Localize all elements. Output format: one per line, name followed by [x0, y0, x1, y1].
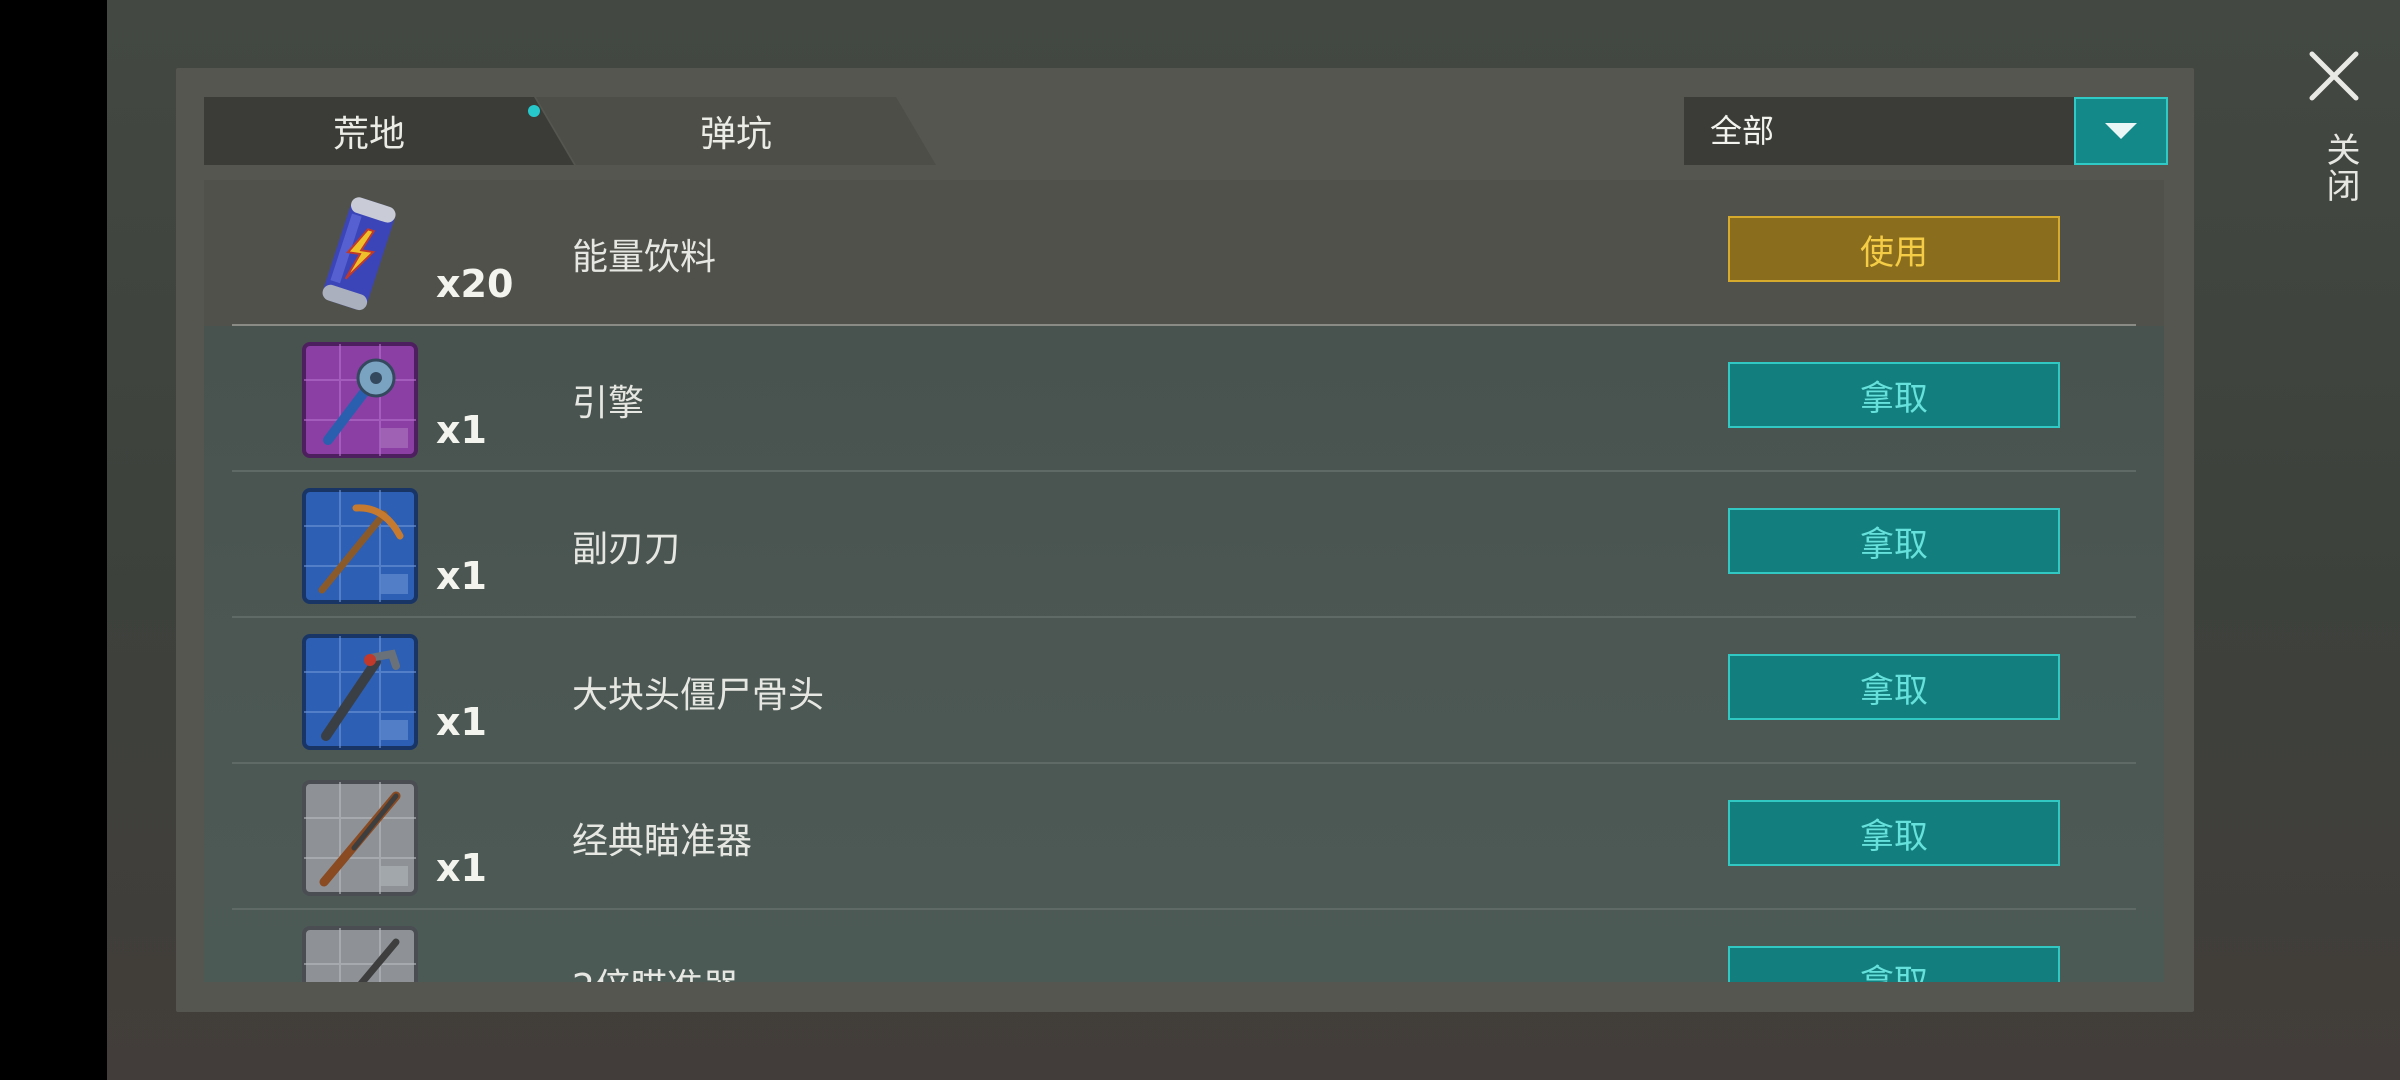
item-quantity: x1 [436, 846, 487, 890]
item-name: 副刃刀 [572, 529, 681, 570]
button-label: 使用 [1860, 232, 1928, 273]
tab-bar: 弹坑 荒地 [204, 97, 936, 165]
list-item: x20 能量饮料 使用 [204, 180, 2164, 326]
take-button[interactable]: 拿取 [1728, 508, 2060, 574]
button-label: 拿取 [1860, 524, 1928, 565]
purple-blueprint-icon [302, 342, 418, 458]
close-label[interactable]: 关闭 [2316, 132, 2365, 204]
item-quantity: x1 [436, 408, 487, 452]
screen-left-edge [0, 0, 107, 1080]
list-item: x1 副刃刀 拿取 [204, 472, 2164, 618]
button-label: 拿取 [1860, 955, 1928, 983]
blue-blueprint-pickaxe-icon [302, 488, 418, 604]
close-icon[interactable] [2306, 48, 2362, 104]
item-name: 引擎 [572, 383, 645, 424]
list-item: x1 引擎 拿取 [204, 326, 2164, 472]
item-name: 经典瞄准器 [572, 821, 753, 862]
take-button[interactable]: 拿取 [1728, 654, 2060, 720]
item-quantity: x1 [436, 554, 487, 598]
chevron-down-icon [2105, 123, 2137, 139]
tab-wasteland[interactable]: 荒地 [204, 97, 574, 165]
item-name: 能量饮料 [572, 237, 717, 278]
energy-drink-can-icon [322, 197, 396, 311]
filter-selected-value: 全部 [1710, 112, 1775, 150]
tab-label: 荒地 [332, 114, 405, 155]
notification-dot [528, 105, 540, 117]
gray-blueprint-rifle-icon [302, 926, 418, 982]
item-quantity: x20 [436, 262, 514, 306]
inventory-panel: 弹坑 荒地 全部 x20 能量饮料 使用 x1 引擎 拿取 x1 副刃刀 拿取 … [176, 68, 2194, 1012]
list-item: x1 大块头僵尸骨头 拿取 [204, 618, 2164, 764]
filter-dropdown[interactable]: 全部 [1684, 97, 2168, 165]
tab-label: 弹坑 [699, 114, 772, 155]
list-item: 2倍瞄准器 拿取 [204, 910, 2164, 982]
blue-blueprint-bone-icon [302, 634, 418, 750]
button-label: 拿取 [1860, 378, 1928, 419]
take-button[interactable]: 拿取 [1728, 946, 2060, 982]
item-quantity: x1 [436, 700, 487, 744]
take-button[interactable]: 拿取 [1728, 800, 2060, 866]
gray-blueprint-rifle-icon [302, 780, 418, 896]
item-name: 大块头僵尸骨头 [572, 675, 825, 716]
take-button[interactable]: 拿取 [1728, 362, 2060, 428]
item-list[interactable]: x20 能量饮料 使用 x1 引擎 拿取 x1 副刃刀 拿取 x1 大块头僵尸骨… [204, 180, 2164, 982]
button-label: 拿取 [1860, 816, 1928, 857]
item-name: 2倍瞄准器 [572, 958, 739, 982]
tab-crater[interactable]: 弹坑 [536, 97, 936, 165]
use-button[interactable]: 使用 [1728, 216, 2060, 282]
dropdown-toggle-button[interactable] [2074, 97, 2168, 165]
list-item: x1 经典瞄准器 拿取 [204, 764, 2164, 910]
button-label: 拿取 [1860, 670, 1928, 711]
